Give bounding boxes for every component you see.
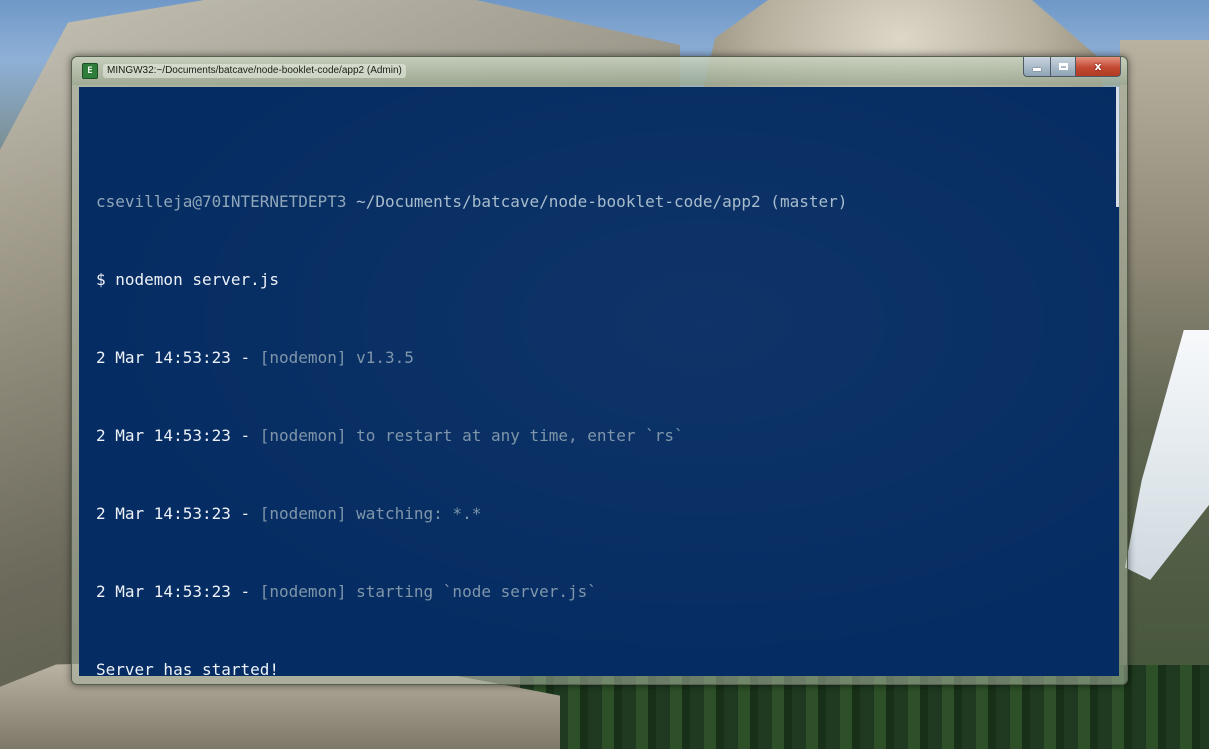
console-scrollbar[interactable]	[1116, 87, 1119, 207]
log-message: v1.3.5	[346, 348, 414, 367]
terminal-icon[interactable]: E	[82, 63, 98, 79]
maximize-button[interactable]	[1051, 57, 1076, 77]
log-timestamp: 2 Mar 14:53:23 -	[96, 582, 260, 601]
terminal-window[interactable]: E MINGW32:~/Documents/batcave/node-bookl…	[71, 56, 1128, 685]
log-line: 2 Mar 14:53:23 - [nodemon] starting `nod…	[96, 579, 1099, 605]
window-controls: x	[1023, 57, 1121, 77]
close-icon: x	[1094, 60, 1102, 73]
log-tag: [nodemon]	[259, 504, 347, 523]
log-tag: [nodemon]	[259, 582, 347, 601]
log-tag: [nodemon]	[259, 426, 347, 445]
log-timestamp: 2 Mar 14:53:23 -	[96, 426, 260, 445]
log-message: watching: *.*	[346, 504, 482, 523]
log-timestamp: 2 Mar 14:53:23 -	[96, 348, 260, 367]
window-titlebar[interactable]: E MINGW32:~/Documents/batcave/node-bookl…	[72, 57, 1127, 85]
prompt-line: csevilleja@70INTERNETDEPT3 ~/Documents/b…	[96, 189, 1099, 215]
command-line: $ nodemon server.js	[96, 270, 280, 289]
minimize-button[interactable]	[1023, 57, 1051, 77]
terminal-output: csevilleja@70INTERNETDEPT3 ~/Documents/b…	[96, 137, 1099, 676]
log-timestamp: 2 Mar 14:53:23 -	[96, 504, 260, 523]
log-message: to restart at any time, enter `rs`	[346, 426, 684, 445]
terminal-console[interactable]: csevilleja@70INTERNETDEPT3 ~/Documents/b…	[79, 87, 1119, 676]
maximize-icon	[1058, 63, 1068, 70]
log-tag: [nodemon]	[259, 348, 347, 367]
log-line: 2 Mar 14:53:23 - [nodemon] v1.3.5	[96, 345, 1099, 371]
server-output-line: Server has started!	[96, 660, 280, 676]
close-button[interactable]: x	[1076, 57, 1121, 77]
log-line: 2 Mar 14:53:23 - [nodemon] watching: *.*	[96, 501, 1099, 527]
window-title: MINGW32:~/Documents/batcave/node-booklet…	[103, 64, 406, 78]
prompt-path: ~/Documents/batcave/node-booklet-code/ap…	[356, 192, 848, 211]
log-message: starting `node server.js`	[346, 582, 597, 601]
log-line: 2 Mar 14:53:23 - [nodemon] to restart at…	[96, 423, 1099, 449]
minimize-icon	[1033, 68, 1041, 71]
prompt-user-host: csevilleja@70INTERNETDEPT3	[96, 192, 347, 211]
